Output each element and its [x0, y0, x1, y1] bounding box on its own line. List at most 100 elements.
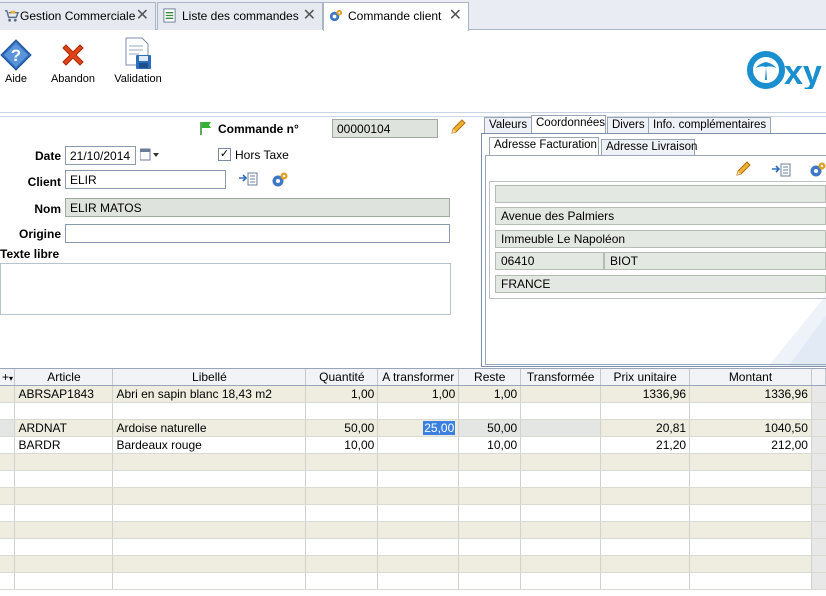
tab-liste-commandes[interactable]: Liste des commandes ✕	[157, 2, 323, 30]
cell-prix[interactable]	[600, 572, 691, 590]
row-selector[interactable]	[0, 385, 16, 403]
cell-reste[interactable]	[458, 521, 522, 539]
cell-prix[interactable]	[600, 521, 691, 539]
table-row[interactable]	[0, 572, 826, 590]
lookup-arrow-icon[interactable]	[238, 171, 258, 187]
gear-settings-icon[interactable]	[809, 161, 826, 178]
cell-montant[interactable]	[689, 521, 812, 539]
cell-article[interactable]: ABRSAP1843	[14, 385, 114, 403]
cell-reste[interactable]: 10,00	[458, 436, 522, 454]
cell-transformee[interactable]	[520, 385, 602, 403]
cell-atransformer[interactable]	[377, 521, 460, 539]
add-column-icon[interactable]: +▾	[0, 369, 16, 386]
texte-libre-textarea[interactable]	[0, 263, 451, 315]
table-row[interactable]	[0, 521, 826, 539]
cell-reste[interactable]	[458, 538, 522, 556]
cell-quantite[interactable]	[305, 555, 379, 573]
cell-transformee[interactable]	[520, 487, 602, 505]
cell-atransformer[interactable]	[377, 504, 460, 522]
calendar-dropdown-icon[interactable]	[139, 148, 160, 162]
gear-settings-icon[interactable]	[271, 171, 289, 188]
cell-libelle[interactable]: Bardeaux rouge	[112, 436, 307, 454]
cell-prix[interactable]: 20,81	[600, 419, 691, 437]
cell-quantite[interactable]	[305, 521, 379, 539]
cell-quantite[interactable]	[305, 402, 379, 420]
tab-adresse-livraison[interactable]: Adresse Livraison	[601, 139, 697, 156]
row-selector[interactable]	[0, 521, 16, 539]
cell-article[interactable]	[14, 470, 114, 488]
cell-quantite[interactable]: 10,00	[305, 436, 379, 454]
row-selector[interactable]	[0, 487, 16, 505]
cell-quantite[interactable]	[305, 572, 379, 590]
cell-article[interactable]: BARDR	[14, 436, 114, 454]
table-row[interactable]	[0, 504, 826, 522]
cell-reste[interactable]: 50,00	[458, 419, 522, 437]
row-selector[interactable]	[0, 402, 16, 420]
close-icon[interactable]: ✕	[449, 7, 462, 25]
cell-montant[interactable]	[689, 470, 812, 488]
cell-transformee[interactable]	[520, 419, 602, 437]
table-row[interactable]: ARDNAT Ardoise naturelle 50,00 25,00 50,00 20…	[0, 419, 826, 437]
tab-valeurs[interactable]: Valeurs	[484, 117, 533, 134]
cell-prix[interactable]	[600, 402, 691, 420]
cell-libelle[interactable]	[112, 521, 307, 539]
cell-article[interactable]	[14, 453, 114, 471]
table-row[interactable]: BARDR Bardeaux rouge 10,00 10,00 21,20 212,00	[0, 436, 826, 454]
cell-reste[interactable]	[458, 487, 522, 505]
cell-montant[interactable]	[689, 555, 812, 573]
cell-montant[interactable]	[689, 402, 812, 420]
scrollbar-track[interactable]	[811, 402, 826, 420]
cell-article[interactable]	[14, 504, 114, 522]
cell-montant[interactable]: 1336,96	[689, 385, 812, 403]
row-selector[interactable]	[0, 470, 16, 488]
origine-field[interactable]	[65, 224, 450, 243]
scrollbar-track[interactable]	[811, 521, 826, 539]
cell-prix[interactable]	[600, 470, 691, 488]
cell-montant[interactable]: 1040,50	[689, 419, 812, 437]
cell-montant[interactable]	[689, 504, 812, 522]
cell-libelle[interactable]: Ardoise naturelle	[112, 419, 307, 437]
cell-reste[interactable]	[458, 555, 522, 573]
cell-montant[interactable]	[689, 572, 812, 590]
header-reste[interactable]: Reste	[458, 369, 522, 386]
cell-quantite[interactable]: 50,00	[305, 419, 379, 437]
scrollbar-track[interactable]	[811, 453, 826, 471]
cell-atransformer[interactable]	[377, 453, 460, 471]
cell-article[interactable]	[14, 402, 114, 420]
header-libelle[interactable]: Libellé	[112, 369, 307, 386]
cell-prix[interactable]	[600, 453, 691, 471]
pencil-icon[interactable]	[449, 119, 467, 137]
pencil-icon[interactable]	[734, 161, 752, 179]
cell-prix[interactable]: 21,20	[600, 436, 691, 454]
cell-quantite[interactable]	[305, 453, 379, 471]
row-selector[interactable]	[0, 538, 16, 556]
scrollbar-track[interactable]	[811, 470, 826, 488]
cell-atransformer[interactable]: 25,00	[377, 419, 460, 437]
cell-reste[interactable]	[458, 572, 522, 590]
table-row[interactable]	[0, 402, 826, 420]
cell-montant[interactable]	[689, 538, 812, 556]
cell-atransformer[interactable]	[377, 402, 460, 420]
cell-libelle[interactable]	[112, 402, 307, 420]
cell-transformee[interactable]	[520, 504, 602, 522]
scrollbar-track[interactable]	[811, 555, 826, 573]
cell-reste[interactable]	[458, 470, 522, 488]
header-atransformer[interactable]: A transformer	[377, 369, 460, 386]
cell-transformee[interactable]	[520, 453, 602, 471]
cell-transformee[interactable]	[520, 538, 602, 556]
cell-article[interactable]	[14, 538, 114, 556]
table-row[interactable]	[0, 453, 826, 471]
row-selector[interactable]	[0, 504, 16, 522]
scrollbar-track[interactable]	[811, 385, 826, 403]
tab-adresse-facturation[interactable]: Adresse Facturation	[489, 137, 599, 156]
scrollbar-track[interactable]	[811, 538, 826, 556]
cell-atransformer[interactable]	[377, 487, 460, 505]
cell-prix[interactable]	[600, 487, 691, 505]
cell-quantite[interactable]	[305, 504, 379, 522]
cell-quantite[interactable]	[305, 470, 379, 488]
editing-value[interactable]: 25,00	[423, 420, 456, 435]
lookup-arrow-icon[interactable]	[771, 162, 791, 178]
cell-libelle[interactable]	[112, 538, 307, 556]
close-icon[interactable]: ✕	[303, 7, 316, 25]
cell-montant[interactable]	[689, 487, 812, 505]
